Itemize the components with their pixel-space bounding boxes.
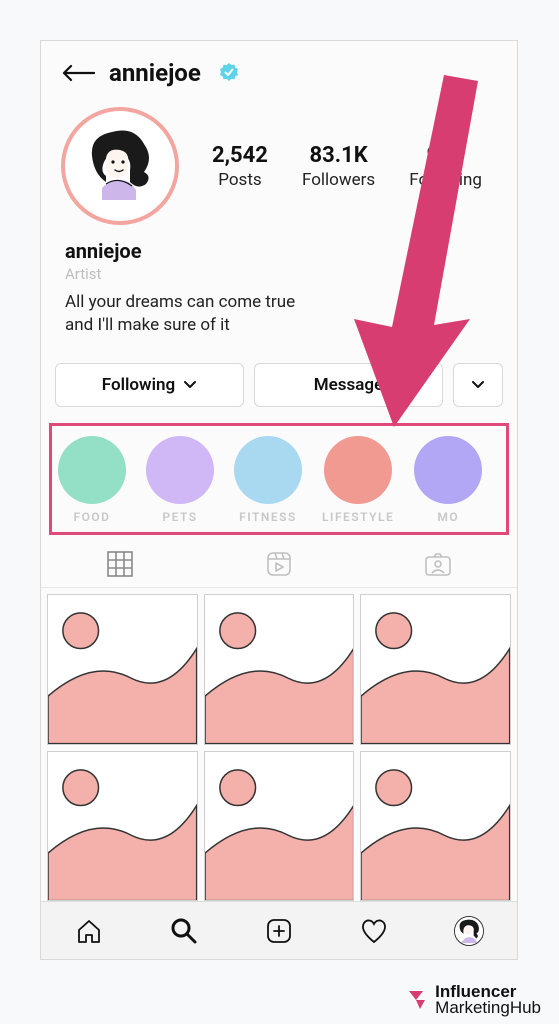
highlight-pets[interactable]: PETS (146, 436, 214, 524)
post-thumbnail[interactable] (204, 594, 355, 745)
profile-stats: 2,542 Posts 83.1K Followers 956 Followin… (197, 143, 497, 190)
following-button[interactable]: Following (55, 363, 244, 407)
highlight-circle (414, 436, 482, 504)
profile-row: 2,542 Posts 83.1K Followers 956 Followin… (41, 95, 517, 233)
highlight-circle (58, 436, 126, 504)
image-placeholder-icon (48, 752, 197, 901)
image-placeholder-icon (205, 595, 354, 744)
bio-name: anniejoe (65, 239, 493, 263)
highlight-label: FOOD (58, 510, 126, 524)
heart-icon (359, 917, 389, 945)
chevron-down-icon (471, 375, 485, 395)
stat-posts-label: Posts (212, 170, 268, 190)
highlight-more[interactable]: MO (414, 436, 482, 524)
tab-reels[interactable] (264, 549, 294, 579)
phone-frame: anniejoe (40, 40, 518, 960)
posts-grid (41, 588, 517, 907)
post-thumbnail[interactable] (47, 751, 198, 902)
bio-category: Artist (65, 265, 493, 283)
post-thumbnail[interactable] (360, 594, 511, 745)
stat-followers[interactable]: 83.1K Followers (302, 143, 375, 190)
tab-tagged[interactable] (423, 549, 453, 579)
nav-home[interactable] (73, 915, 105, 947)
profile-avatar[interactable] (61, 107, 179, 225)
stat-following[interactable]: 956 Following (409, 143, 482, 190)
message-label: Message (314, 375, 383, 395)
following-label: Following (102, 375, 175, 395)
highlight-circle (234, 436, 302, 504)
bio-line2: and I'll make sure of it (65, 315, 230, 335)
stat-following-value: 956 (409, 143, 482, 168)
header-username: anniejoe (109, 59, 201, 87)
watermark-logo-icon (407, 989, 429, 1011)
profile-header: anniejoe (41, 41, 517, 95)
post-thumbnail[interactable] (360, 751, 511, 902)
stat-following-label: Following (409, 170, 482, 190)
plus-square-icon (265, 917, 293, 945)
home-icon (75, 917, 103, 945)
image-placeholder-icon (48, 595, 197, 744)
bio-text: All your dreams can come true and I'll m… (65, 291, 493, 337)
chevron-down-icon (183, 375, 197, 395)
avatar-image (72, 118, 168, 214)
highlight-label: LIFESTYLE (322, 510, 394, 524)
nav-create[interactable] (263, 915, 295, 947)
message-button[interactable]: Message (254, 363, 443, 407)
image-placeholder-icon (361, 752, 510, 901)
nav-profile[interactable] (453, 915, 485, 947)
highlight-circle (146, 436, 214, 504)
watermark: Influencer MarketingHub (407, 984, 541, 1016)
watermark-text: Influencer MarketingHub (435, 984, 541, 1016)
stat-followers-label: Followers (302, 170, 375, 190)
highlights-strip: FOOD PETS FITNESS LIFESTYLE MO (49, 423, 509, 535)
stat-posts[interactable]: 2,542 Posts (212, 143, 268, 190)
image-placeholder-icon (361, 595, 510, 744)
avatar-small-icon (454, 916, 484, 946)
tagged-icon (423, 550, 453, 578)
profile-actions: Following Message (41, 349, 517, 417)
stat-posts-value: 2,542 (212, 143, 268, 168)
highlight-food[interactable]: FOOD (58, 436, 126, 524)
watermark-rest: MarketingHub (435, 998, 541, 1017)
stat-followers-value: 83.1K (302, 143, 375, 168)
bio-line1: All your dreams can come true (65, 292, 295, 312)
highlight-circle (324, 436, 392, 504)
nav-search[interactable] (168, 915, 200, 947)
verified-badge-icon (219, 63, 239, 83)
post-thumbnail[interactable] (47, 594, 198, 745)
nav-activity[interactable] (358, 915, 390, 947)
highlight-label: PETS (146, 510, 214, 524)
highlight-label: MO (414, 510, 482, 524)
tab-grid[interactable] (105, 549, 135, 579)
highlight-label: FITNESS (234, 510, 302, 524)
suggested-users-button[interactable] (453, 363, 503, 407)
highlight-lifestyle[interactable]: LIFESTYLE (322, 436, 394, 524)
profile-bio: anniejoe Artist All your dreams can come… (41, 233, 517, 349)
grid-icon (106, 550, 134, 578)
reels-icon (265, 550, 293, 578)
bottom-nav (41, 901, 517, 959)
image-placeholder-icon (205, 752, 354, 901)
search-icon (169, 916, 199, 946)
highlight-fitness[interactable]: FITNESS (234, 436, 302, 524)
post-thumbnail[interactable] (204, 751, 355, 902)
profile-tabs (41, 539, 517, 588)
back-button[interactable] (61, 64, 95, 82)
